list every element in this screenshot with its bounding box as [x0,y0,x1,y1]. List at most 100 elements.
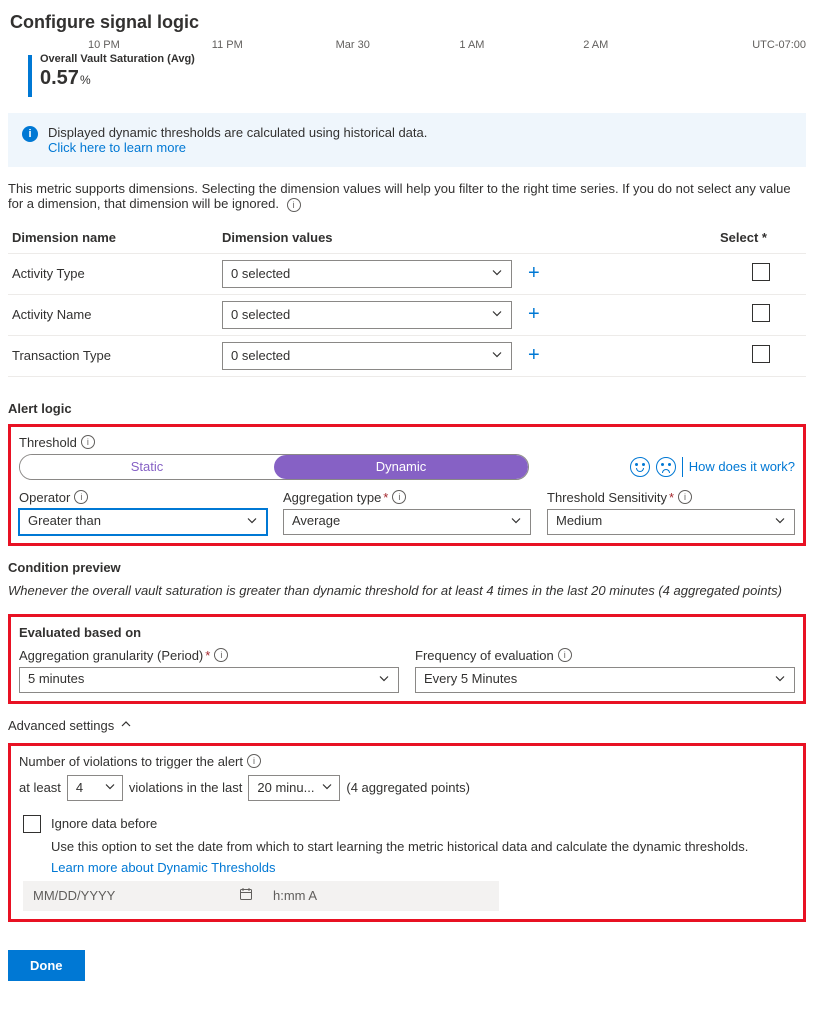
table-row: Activity Type 0 selected + [8,253,806,294]
dim-values-select[interactable]: 0 selected [222,260,512,288]
smile-icon[interactable] [630,457,650,477]
select-checkbox[interactable] [752,304,770,322]
add-dimension-value-button[interactable]: + [520,262,548,285]
chevron-up-icon [120,718,132,733]
dim-values-select[interactable]: 0 selected [222,301,512,329]
table-row: Transaction Type 0 selected + [8,335,806,376]
ignore-data-description: Use this option to set the date from whi… [51,839,795,854]
granularity-select[interactable]: 5 minutes [19,667,399,693]
sensitivity-label: Threshold Sensitivity* i [547,490,795,505]
evaluated-title: Evaluated based on [19,625,795,640]
select-checkbox[interactable] [752,345,770,363]
done-button[interactable]: Done [8,950,85,981]
dim-values-text: 0 selected [231,266,290,281]
col-select: Select * [716,222,806,254]
aggregated-points-text: (4 aggregated points) [346,780,470,795]
chart-time-axis: 10 PM 11 PM Mar 30 1 AM 2 AM UTC-07:00 [8,39,806,51]
operator-value: Greater than [28,513,101,528]
threshold-label: Threshold i [19,435,795,450]
time-tick: 2 AM [583,39,707,51]
granularity-label: Aggregation granularity (Period)* i [19,648,399,663]
info-icon[interactable]: i [287,198,301,212]
chevron-down-icon [378,672,390,687]
dimensions-table: Dimension name Dimension values Select *… [8,222,806,377]
operator-select[interactable]: Greater than [19,509,267,535]
dim-values-select[interactable]: 0 selected [222,342,512,370]
violation-count-select[interactable]: 4 [67,775,123,801]
aggregation-type-label: Aggregation type* i [283,490,531,505]
add-dimension-value-button[interactable]: + [520,344,548,367]
info-icon[interactable]: i [214,648,228,662]
info-banner: i Displayed dynamic thresholds are calcu… [8,113,806,167]
chevron-down-icon [774,672,786,687]
alert-logic-title: Alert logic [8,401,806,416]
ignore-data-checkbox[interactable] [23,815,41,833]
metric-number: 0.57 [40,67,79,89]
dim-values-text: 0 selected [231,348,290,363]
info-icon[interactable]: i [247,754,261,768]
threshold-toggle: Static Dynamic [19,454,529,480]
frequency-select[interactable]: Every 5 Minutes [415,667,795,693]
info-banner-text: Displayed dynamic thresholds are calcula… [48,125,427,140]
time-tick: 11 PM [212,39,336,51]
condition-preview-text: Whenever the overall vault saturation is… [8,583,806,598]
time-tick: 10 PM [88,39,212,51]
in-last-text: violations in the last [129,780,242,795]
info-icon[interactable]: i [392,490,406,504]
ignore-time-input[interactable]: h:mm A [263,881,499,911]
dim-values-text: 0 selected [231,307,290,322]
chevron-down-icon [510,514,522,529]
date-placeholder: MM/DD/YYYY [33,888,115,903]
info-icon: i [22,126,38,142]
metric-summary: Overall Vault Saturation (Avg) 0.57% [28,53,806,97]
advanced-settings-toggle[interactable]: Advanced settings [8,718,806,733]
metric-value: 0.57% [40,67,195,90]
frequency-value: Every 5 Minutes [424,671,517,686]
col-dimension-values: Dimension values [218,222,716,254]
info-icon[interactable]: i [74,490,88,504]
metric-label: Overall Vault Saturation (Avg) [40,53,195,65]
time-tick-tz: UTC-07:00 [707,39,806,51]
dimensions-intro-text: This metric supports dimensions. Selecti… [8,181,791,211]
learn-dynamic-thresholds-link[interactable]: Learn more about Dynamic Thresholds [51,860,276,875]
add-dimension-value-button[interactable]: + [520,303,548,326]
page-title: Configure signal logic [10,12,806,33]
granularity-value: 5 minutes [28,671,84,686]
condition-preview-title: Condition preview [8,560,806,575]
advanced-settings-section: Number of violations to trigger the aler… [8,743,806,922]
metric-unit: % [80,73,91,87]
advanced-settings-label: Advanced settings [8,718,114,733]
dim-name: Activity Name [8,294,218,335]
aggregation-type-value: Average [292,513,340,528]
chevron-down-icon [246,514,258,529]
how-does-it-work-link[interactable]: How does it work? [689,459,795,474]
table-row: Activity Name 0 selected + [8,294,806,335]
ignore-date-input[interactable]: MM/DD/YYYY [23,881,263,911]
learn-more-link[interactable]: Click here to learn more [48,140,186,155]
chevron-down-icon [491,348,503,363]
info-icon[interactable]: i [678,490,692,504]
aggregation-type-select[interactable]: Average [283,509,531,535]
violations-label: Number of violations to trigger the aler… [19,754,795,769]
ignore-data-label: Ignore data before [51,816,157,831]
sensitivity-select[interactable]: Medium [547,509,795,535]
select-checkbox[interactable] [752,263,770,281]
sad-icon[interactable] [656,457,676,477]
at-least-text: at least [19,780,61,795]
threshold-static-option[interactable]: Static [20,455,274,479]
operator-label: Operator i [19,490,267,505]
alert-logic-section: Threshold i Static Dynamic How does it w… [8,424,806,546]
dim-name: Transaction Type [8,335,218,376]
info-icon[interactable]: i [81,435,95,449]
chevron-down-icon [491,266,503,281]
info-icon[interactable]: i [558,648,572,662]
sensitivity-value: Medium [556,513,602,528]
threshold-dynamic-option[interactable]: Dynamic [274,455,528,479]
calendar-icon [239,887,253,904]
dim-name: Activity Type [8,253,218,294]
violation-window-value: 20 minu... [257,780,314,795]
violation-count-value: 4 [76,780,83,795]
time-tick: Mar 30 [336,39,460,51]
violation-window-select[interactable]: 20 minu... [248,775,340,801]
chevron-down-icon [491,307,503,322]
